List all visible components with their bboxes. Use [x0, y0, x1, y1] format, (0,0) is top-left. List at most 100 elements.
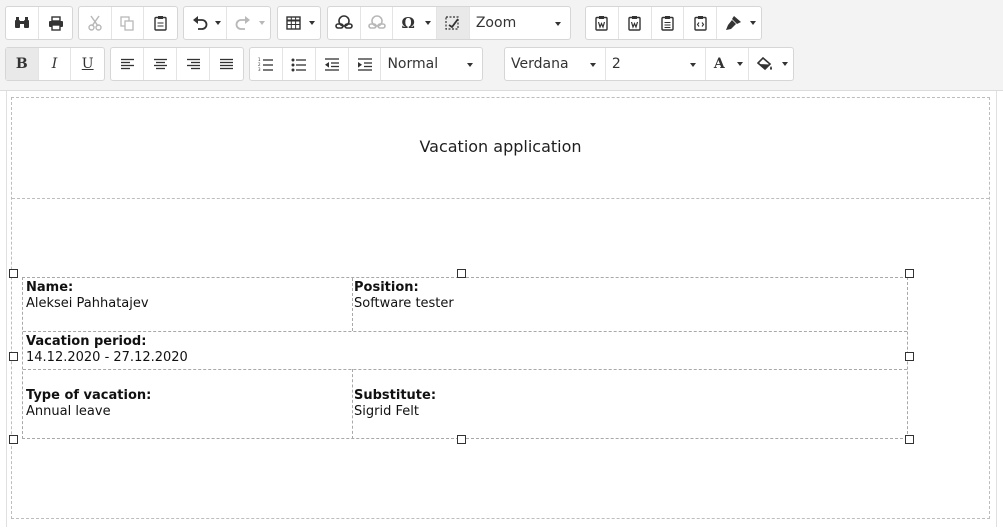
find-button[interactable] — [6, 7, 39, 39]
paste-as-text-button[interactable] — [652, 7, 685, 39]
format-painter-dropdown-caret[interactable] — [750, 21, 757, 25]
outdent-icon — [324, 57, 339, 71]
cut-button[interactable] — [79, 7, 112, 39]
table-cell-position[interactable]: Position: Software tester — [354, 280, 454, 312]
paste-word-icon — [628, 16, 641, 31]
background-color-button[interactable] — [749, 48, 793, 80]
font-name-select[interactable]: Verdana — [505, 48, 606, 80]
image-edit-button[interactable] — [437, 7, 470, 39]
increase-indent-button[interactable] — [349, 48, 382, 80]
indent-icon — [357, 57, 372, 71]
header-separator — [12, 198, 989, 199]
toolbar-group-text-style: B I U — [5, 47, 105, 81]
font-size-value: 2 — [611, 56, 621, 72]
toolbar-group-tools — [5, 6, 73, 40]
field-value: 14.12.2020 - 27.12.2020 — [26, 350, 188, 365]
underline-icon: U — [81, 56, 94, 72]
special-character-button[interactable]: Ω — [393, 7, 438, 39]
resize-handle-top[interactable] — [457, 269, 466, 278]
undo-icon — [193, 16, 208, 30]
paste-button[interactable] — [144, 7, 177, 39]
field-label: Type of vacation: — [26, 388, 152, 403]
decrease-indent-button[interactable] — [316, 48, 349, 80]
application-table[interactable]: Name: Aleksei Pahhatajev Position: Softw… — [22, 277, 908, 439]
align-center-button[interactable] — [144, 48, 177, 80]
resize-handle-left[interactable] — [9, 352, 18, 361]
chevron-down-icon — [555, 22, 561, 26]
font-size-select[interactable]: 2 — [606, 48, 706, 80]
undo-dropdown-caret[interactable] — [215, 21, 222, 25]
table-cell-substitute[interactable]: Substitute: Sigrid Felt — [354, 388, 436, 420]
table-row-divider — [23, 331, 907, 332]
unlink-button[interactable] — [361, 7, 394, 39]
toolbar-group-lists: 123 Normal — [249, 47, 483, 81]
editor-toolbar: Ω Zoom B I U 1 2 3 Normal Verdana 2 A — [0, 0, 1003, 91]
toolbar-group-insert: Ω Zoom — [327, 6, 571, 40]
italic-button[interactable]: I — [39, 48, 72, 80]
toolbar-group-clipboard — [78, 6, 178, 40]
resize-handle-right[interactable] — [905, 352, 914, 361]
table-column-divider — [352, 278, 353, 331]
printer-icon — [48, 15, 63, 31]
field-value: Aleksei Pahhatajev — [26, 296, 149, 311]
paint-bucket-icon — [757, 57, 773, 71]
field-label: Vacation period: — [26, 334, 147, 349]
background-color-dropdown-caret[interactable] — [782, 62, 788, 66]
redo-icon — [235, 16, 251, 30]
link-icon — [335, 15, 353, 29]
zoom-select[interactable]: Zoom — [470, 7, 570, 39]
zoom-select-value: Zoom — [475, 15, 517, 31]
field-value: Annual leave — [26, 404, 111, 419]
resize-handle-bottom-right[interactable] — [905, 435, 914, 444]
special-character-dropdown-caret[interactable] — [425, 21, 432, 25]
omega-icon: Ω — [401, 14, 415, 32]
copy-button[interactable] — [112, 7, 145, 39]
paste-from-word-button[interactable] — [586, 7, 619, 39]
table-column-divider — [352, 369, 353, 439]
underline-button[interactable]: U — [71, 48, 104, 80]
print-button[interactable] — [39, 7, 72, 39]
redo-dropdown-caret[interactable] — [259, 21, 265, 25]
undo-button[interactable] — [184, 7, 228, 39]
copy-icon — [120, 15, 134, 31]
clipboard-icon — [154, 16, 167, 31]
align-left-button[interactable] — [111, 48, 144, 80]
numbered-list-icon: 123 — [258, 57, 273, 72]
font-color-icon: A — [713, 56, 725, 72]
table-cell-name[interactable]: Name: Aleksei Pahhatajev — [26, 280, 149, 312]
format-painter-button[interactable] — [717, 7, 761, 39]
font-color-dropdown-caret[interactable] — [737, 62, 744, 66]
link-button[interactable] — [328, 7, 361, 39]
binoculars-icon — [15, 17, 29, 28]
paste-html-button[interactable] — [684, 7, 718, 39]
table-dropdown-caret[interactable] — [309, 21, 315, 25]
chevron-down-icon — [689, 63, 696, 67]
numbered-list-button[interactable]: 123 — [250, 48, 283, 80]
table-cell-vacation-type[interactable]: Type of vacation: Annual leave — [26, 388, 151, 420]
table-cell-vacation-period[interactable]: Vacation period: 14.12.2020 - 27.12.2020 — [26, 334, 188, 366]
resize-handle-bottom-left[interactable] — [9, 435, 18, 444]
align-right-button[interactable] — [177, 48, 210, 80]
bulleted-list-icon — [291, 58, 306, 71]
bold-icon: B — [15, 56, 28, 72]
resize-handle-top-left[interactable] — [9, 269, 18, 278]
redo-button[interactable] — [227, 7, 270, 39]
svg-text:3: 3 — [258, 67, 261, 72]
resize-handle-top-right[interactable] — [905, 269, 914, 278]
paste-word-icon — [595, 16, 609, 31]
toolbar-group-alignment — [110, 47, 244, 81]
document-title[interactable]: Vacation application — [12, 137, 989, 156]
align-justify-button[interactable] — [210, 48, 243, 80]
toolbar-group-history — [183, 6, 271, 40]
field-label: Position: — [354, 280, 419, 295]
bold-button[interactable]: B — [6, 48, 39, 80]
toolbar-group-font: Verdana 2 A — [504, 47, 794, 81]
font-color-button[interactable]: A — [706, 48, 750, 80]
table-button[interactable] — [278, 7, 320, 39]
bulleted-list-button[interactable] — [283, 48, 316, 80]
resize-handle-bottom[interactable] — [457, 435, 466, 444]
paste-from-word-cleanup-button[interactable] — [619, 7, 652, 39]
field-label: Name: — [26, 280, 74, 295]
paragraph-format-select[interactable]: Normal — [381, 48, 482, 80]
align-center-icon — [153, 58, 167, 69]
